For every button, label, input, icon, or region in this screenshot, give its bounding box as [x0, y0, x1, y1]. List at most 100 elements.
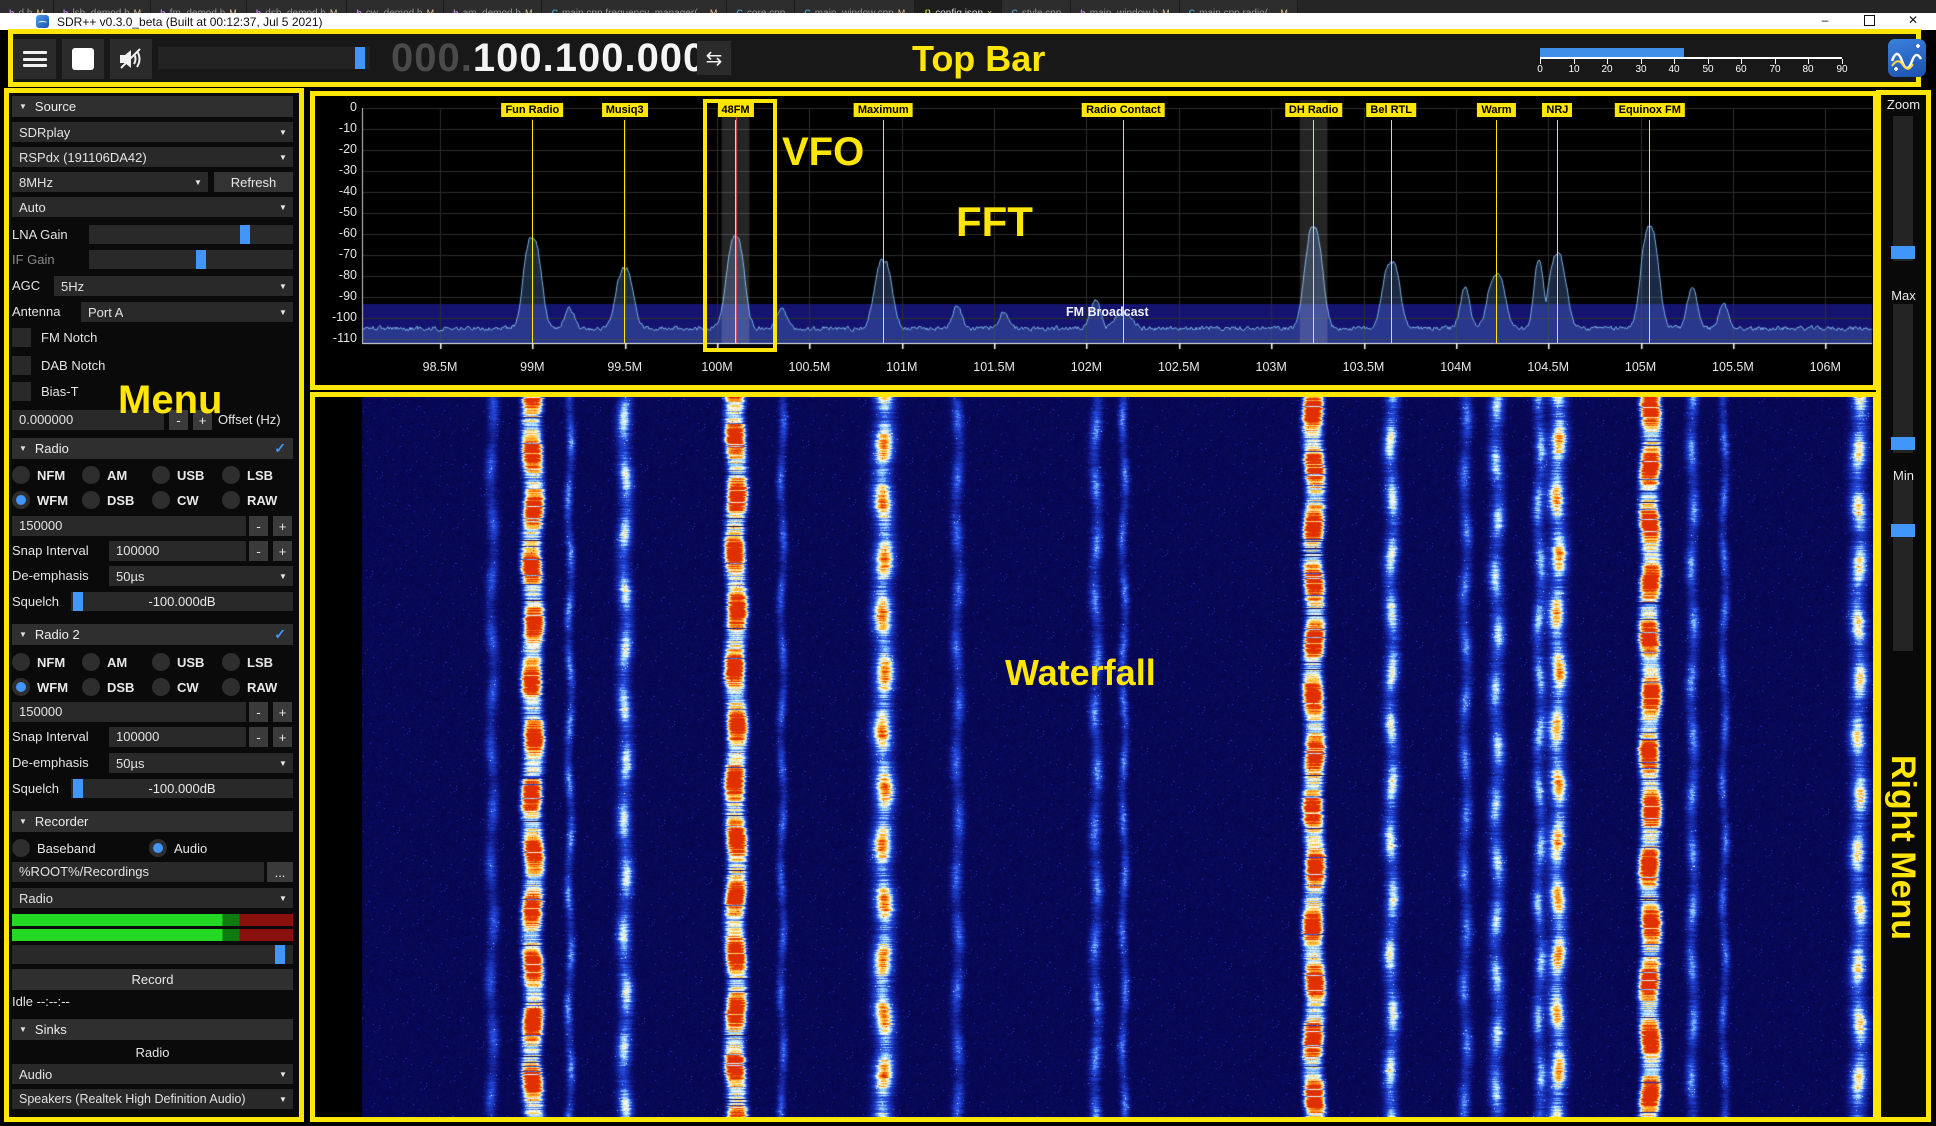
agc-select[interactable]: 5Hz ▼: [54, 276, 293, 296]
zoom-slider[interactable]: [1893, 116, 1913, 261]
editor-tab[interactable]: Cmain.cpp frequency_manager(...M: [542, 0, 727, 13]
volume-slider[interactable]: 0102030405060708090: [1540, 46, 1842, 80]
sinks-section-header[interactable]: ▼ Sinks: [12, 1019, 293, 1040]
frequency-display[interactable]: 000.100.100.000: [391, 34, 706, 82]
mode-lsb[interactable]: LSB: [222, 464, 273, 486]
waterfall-display[interactable]: [315, 397, 1873, 1117]
editor-tab[interactable]: hmain_window.hM: [1071, 0, 1179, 13]
enabled-check-icon[interactable]: ✓: [274, 440, 286, 457]
frequency-dim-digits[interactable]: 000.: [391, 36, 473, 80]
mute-button[interactable]: [110, 39, 152, 79]
recorder-section-header[interactable]: ▼ Recorder: [12, 811, 293, 832]
if-mode-select[interactable]: Auto ▼: [12, 197, 293, 217]
station-label[interactable]: Musiq3: [602, 103, 648, 117]
source-device-select[interactable]: RSPdx (191106DA42) ▼: [12, 147, 293, 167]
enabled-check-icon[interactable]: ✓: [274, 626, 286, 643]
bandwidth-plus-button[interactable]: +: [273, 702, 292, 722]
station-label[interactable]: Radio Contact: [1082, 103, 1165, 117]
sink-type-select[interactable]: Audio ▼: [12, 1064, 293, 1084]
dab-notch-checkbox[interactable]: [12, 356, 31, 375]
editor-tab[interactable]: hd.hM: [0, 0, 54, 13]
radio-section-header[interactable]: ▼ Radio ✓: [12, 438, 293, 459]
editor-tab[interactable]: Cstyle.cpp: [1002, 0, 1071, 13]
bandwidth-input[interactable]: 150000: [12, 516, 246, 536]
station-label[interactable]: DH Radio: [1285, 103, 1343, 117]
squelch-slider[interactable]: -100.000dB: [71, 592, 293, 611]
fm-notch-checkbox[interactable]: [12, 328, 31, 347]
min-slider[interactable]: [1893, 480, 1913, 651]
zoom-slider-handle[interactable]: [1891, 246, 1915, 259]
min-slider-handle[interactable]: [1891, 524, 1915, 537]
mode-dsb[interactable]: DSB: [82, 489, 134, 511]
editor-tab[interactable]: hfm_demod.hM: [151, 0, 247, 13]
bandwidth-plus-button[interactable]: +: [273, 516, 292, 536]
source-section-header[interactable]: ▼ Source: [12, 96, 293, 117]
max-slider[interactable]: [1893, 304, 1913, 453]
station-label[interactable]: Maximum: [854, 103, 913, 117]
mode-raw[interactable]: RAW: [222, 676, 277, 698]
if-gain-slider[interactable]: [89, 250, 293, 269]
recorder-volume-slider[interactable]: [12, 945, 293, 964]
mode-nfm[interactable]: NFM: [12, 464, 65, 486]
menu-toggle-button[interactable]: [14, 39, 56, 79]
source-driver-select[interactable]: SDRplay ▼: [12, 122, 293, 142]
deemphasis-select[interactable]: 50µs ▼: [109, 566, 293, 586]
editor-tab[interactable]: hlsb_demod.hM: [54, 0, 151, 13]
mode-wfm[interactable]: WFM: [12, 676, 68, 698]
recorder-mode-baseband[interactable]: Baseband: [12, 837, 96, 859]
stop-button[interactable]: [62, 39, 104, 79]
sink-device-select[interactable]: Speakers (Realtek High Definition Audio)…: [12, 1089, 293, 1109]
station-label[interactable]: Fun Radio: [501, 103, 563, 117]
squelch-slider[interactable]: -100.000dB: [71, 779, 293, 798]
if-gain-handle[interactable]: [196, 250, 206, 269]
mode-dsb[interactable]: DSB: [82, 676, 134, 698]
snap-plus-button[interactable]: +: [273, 541, 292, 561]
mode-lsb[interactable]: LSB: [222, 651, 273, 673]
record-button[interactable]: Record: [12, 969, 293, 990]
lna-gain-slider[interactable]: [89, 225, 293, 244]
mode-cw[interactable]: CW: [152, 489, 199, 511]
mode-am[interactable]: AM: [82, 651, 127, 673]
mode-wfm[interactable]: WFM: [12, 489, 68, 511]
samplerate-select[interactable]: 8MHz ▼: [12, 172, 208, 192]
mode-nfm[interactable]: NFM: [12, 651, 65, 673]
fft-gain-slider-handle[interactable]: [355, 47, 365, 69]
editor-tab[interactable]: hcw_demod.hM: [347, 0, 444, 13]
station-label[interactable]: Bel RTL: [1366, 103, 1416, 117]
fft-gain-slider[interactable]: [158, 47, 370, 69]
mode-usb[interactable]: USB: [152, 651, 204, 673]
bandwidth-minus-button[interactable]: -: [249, 516, 268, 536]
recorder-stream-select[interactable]: Radio ▼: [12, 888, 293, 908]
station-label[interactable]: Equinox FM: [1615, 103, 1685, 117]
recorder-mode-audio[interactable]: Audio: [149, 837, 207, 859]
vfo-swap-button[interactable]: ⇆: [697, 41, 731, 75]
station-label[interactable]: Warm: [1477, 103, 1515, 117]
mode-raw[interactable]: RAW: [222, 489, 277, 511]
refresh-button[interactable]: Refresh: [214, 172, 293, 192]
antenna-select[interactable]: Port A ▼: [81, 302, 293, 322]
snap-interval-input[interactable]: 100000: [109, 541, 246, 561]
bandwidth-input[interactable]: 150000: [12, 702, 246, 722]
mode-usb[interactable]: USB: [152, 464, 204, 486]
bandwidth-minus-button[interactable]: -: [249, 702, 268, 722]
snap-interval-input[interactable]: 100000: [109, 727, 246, 747]
mode-am[interactable]: AM: [82, 464, 127, 486]
browse-button[interactable]: ...: [267, 862, 293, 882]
recorder-volume-handle[interactable]: [275, 945, 285, 964]
frequency-digits[interactable]: 100.100.000: [473, 36, 706, 80]
max-slider-handle[interactable]: [1891, 437, 1915, 450]
editor-tab[interactable]: Cmain.cpp radio(...M: [1180, 0, 1298, 13]
lna-gain-handle[interactable]: [240, 225, 250, 244]
editor-tab[interactable]: Cmain_window.cppM: [795, 0, 915, 13]
radio2-section-header[interactable]: ▼ Radio 2 ✓: [12, 624, 293, 645]
snap-minus-button[interactable]: -: [249, 727, 268, 747]
recording-path-input[interactable]: %ROOT%/Recordings: [12, 862, 264, 882]
editor-tab[interactable]: hdsb_demod.hM: [247, 0, 348, 13]
editor-tab[interactable]: Ccore.cpp: [727, 0, 795, 13]
editor-tab[interactable]: ham_demod.hM: [444, 0, 542, 13]
station-label[interactable]: NRJ: [1542, 103, 1572, 117]
snap-minus-button[interactable]: -: [249, 541, 268, 561]
editor-tab[interactable]: {}config.json×: [915, 0, 1002, 13]
deemphasis-select[interactable]: 50µs ▼: [109, 753, 293, 773]
mode-cw[interactable]: CW: [152, 676, 199, 698]
